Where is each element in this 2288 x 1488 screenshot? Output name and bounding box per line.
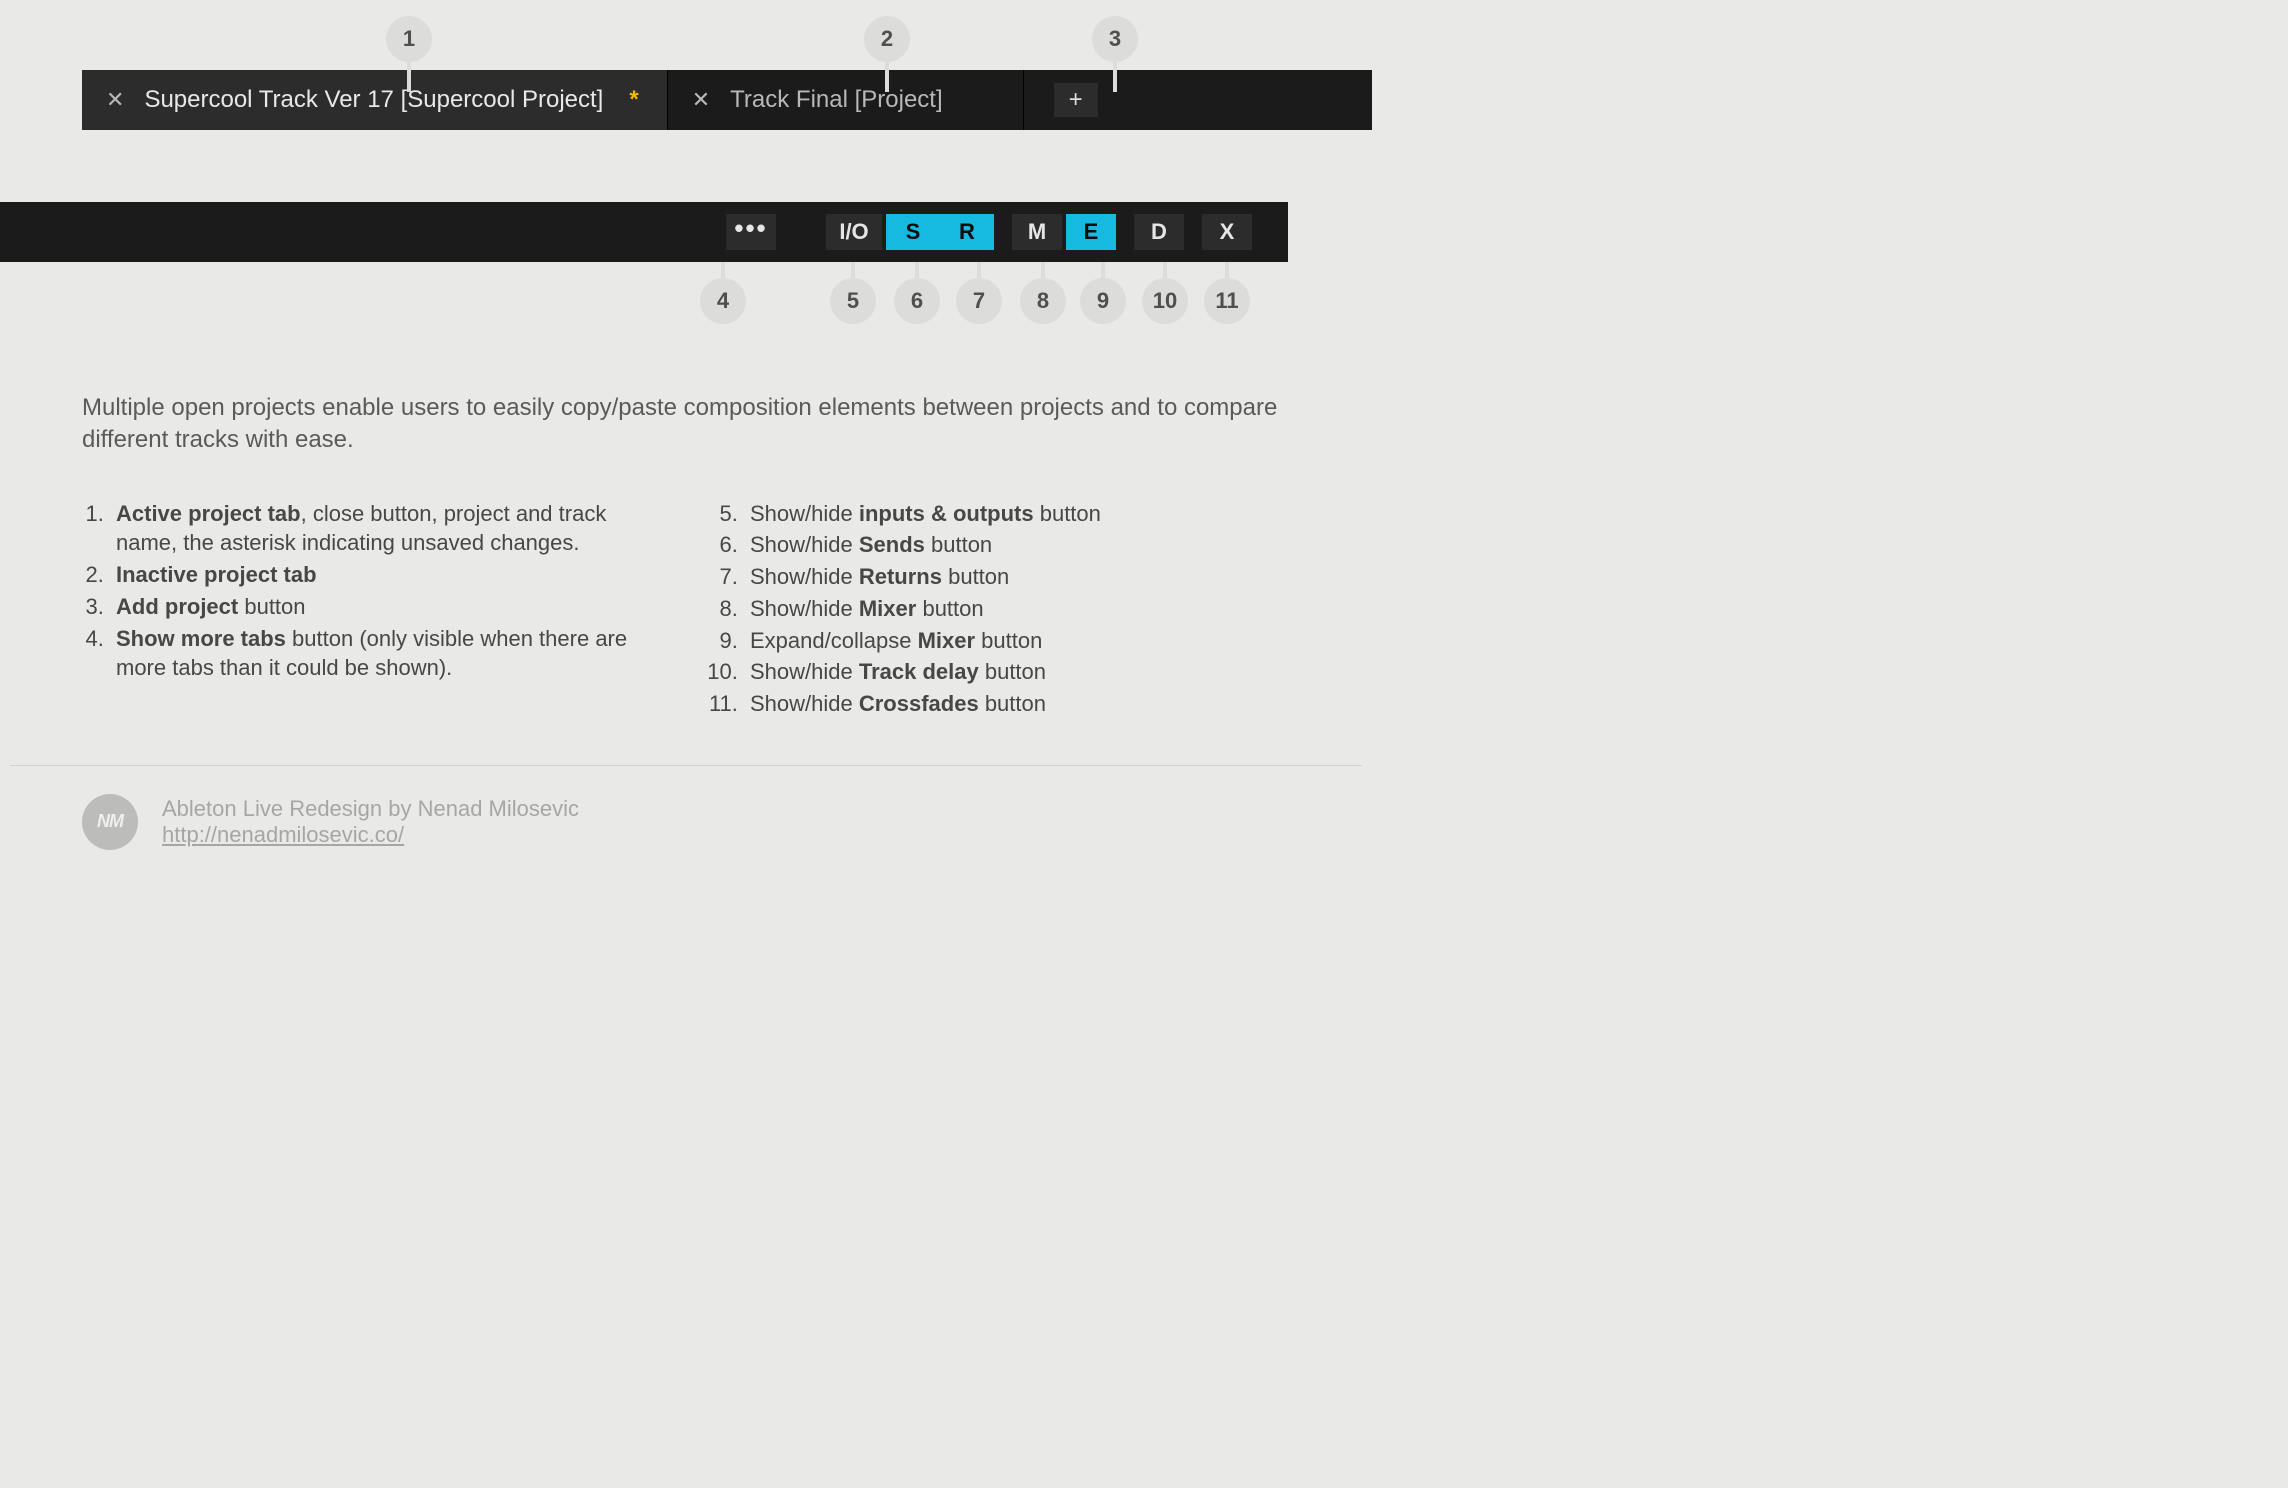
legend-rest: button (979, 659, 1046, 684)
legend-item: Show/hide Mixer button (744, 594, 1290, 624)
callout-stem (407, 62, 411, 92)
button-label: E (1084, 219, 1099, 245)
project-tab-bar: ✕ Supercool Track Ver 17 [Supercool Proj… (82, 70, 1372, 130)
legend-pre: Show/hide (750, 659, 859, 684)
toggle-returns-button[interactable]: R (940, 214, 994, 250)
credit-link[interactable]: http://nenadmilosevic.co/ (162, 822, 404, 847)
callout-number: 1 (403, 26, 415, 52)
toggle-crossfades-button[interactable]: X (1202, 214, 1252, 250)
toggle-sends-button[interactable]: S (886, 214, 940, 250)
callout-number: 2 (881, 26, 893, 52)
callout-pin-7: 7 (956, 278, 1002, 324)
add-project-button[interactable]: + (1054, 83, 1098, 117)
top-callout-row: 1 2 3 (0, 0, 1372, 70)
callout-number: 3 (1109, 26, 1121, 52)
legend-pre: Show/hide (750, 501, 859, 526)
callout-stem (1113, 62, 1117, 92)
close-icon[interactable]: ✕ (692, 89, 710, 111)
callout-number: 5 (847, 288, 859, 314)
show-more-tabs-button[interactable]: ••• (726, 214, 776, 250)
callout-pin-4: 4 (700, 278, 746, 324)
tab-active[interactable]: ✕ Supercool Track Ver 17 [Supercool Proj… (82, 70, 668, 130)
button-label: D (1151, 219, 1167, 245)
legend-item: Show/hide Track delay button (744, 657, 1290, 687)
legend-rest: button (975, 628, 1042, 653)
callout-number: 6 (911, 288, 923, 314)
tab-title: Supercool Track Ver 17 [Supercool Projec… (144, 86, 603, 114)
callout-number: 7 (973, 288, 985, 314)
callout-pin-8: 8 (1020, 278, 1066, 324)
legend-bold: Show more tabs (116, 626, 286, 651)
legend-rest: button (1034, 501, 1101, 526)
legend-bold: Add project (116, 594, 238, 619)
callout-number: 9 (1097, 288, 1109, 314)
tab-inactive[interactable]: ✕ Track Final [Project] (668, 70, 1024, 130)
legend-item: Show/hide Returns button (744, 562, 1290, 592)
legend-pre: Show/hide (750, 596, 859, 621)
legend-bold: Sends (859, 532, 925, 557)
legend-bold: Mixer (918, 628, 975, 653)
legend-item: Show/hide Crossfades button (744, 689, 1290, 719)
footer: NM Ableton Live Redesign by Nenad Milose… (82, 794, 1290, 850)
button-label: S (906, 219, 921, 245)
callout-stem (885, 62, 889, 92)
legend-pre: Expand/collapse (750, 628, 918, 653)
legend-bold: Track delay (859, 659, 979, 684)
legend-bold: Inactive project tab (116, 562, 317, 587)
callout-number: 4 (717, 288, 729, 314)
legend-rest: button (238, 594, 305, 619)
callout-pin-11: 11 (1204, 278, 1250, 324)
legend-item: Show/hide inputs & outputs button (744, 499, 1290, 529)
callout-pin-3: 3 (1092, 16, 1138, 62)
legend-item: Expand/collapse Mixer button (744, 626, 1290, 656)
legend-pre: Show/hide (750, 691, 859, 716)
legend-bold: inputs & outputs (859, 501, 1034, 526)
callout-pin-5: 5 (830, 278, 876, 324)
legend-rest: button (925, 532, 992, 557)
callout-pin-10: 10 (1142, 278, 1188, 324)
callout-pin-2: 2 (864, 16, 910, 62)
legend-pre: Show/hide (750, 532, 859, 557)
legend-item: Add project button (110, 592, 656, 622)
button-label: X (1220, 219, 1235, 245)
callout-number: 11 (1215, 288, 1238, 314)
avatar: NM (82, 794, 138, 850)
legend-bold: Returns (859, 564, 942, 589)
button-label: R (959, 219, 975, 245)
callout-pin-9: 9 (1080, 278, 1126, 324)
toggle-track-delay-button[interactable]: D (1134, 214, 1184, 250)
toggle-mixer-button[interactable]: M (1012, 214, 1062, 250)
legend-bold: Active project tab (116, 501, 301, 526)
legend-item: Inactive project tab (110, 560, 656, 590)
callout-pin-1: 1 (386, 16, 432, 62)
callout-number: 8 (1037, 288, 1049, 314)
callout-number: 10 (1153, 288, 1177, 314)
mixer-options-bar: ••• I/O S R M E D X (0, 202, 1288, 262)
legend-pre: Show/hide (750, 564, 859, 589)
separator (10, 765, 1362, 766)
credit-line: Ableton Live Redesign by Nenad Milosevic (162, 796, 579, 822)
toggle-io-button[interactable]: I/O (826, 214, 882, 250)
legend-item: Show/hide Sends button (744, 530, 1290, 560)
legend-rest: button (942, 564, 1009, 589)
tab-title: Track Final [Project] (730, 86, 943, 114)
unsaved-indicator: * (629, 86, 638, 114)
legend-bold: Crossfades (859, 691, 979, 716)
legend-item: Show more tabs button (only visible when… (110, 624, 656, 683)
legend-rest: button (916, 596, 983, 621)
expand-mixer-button[interactable]: E (1066, 214, 1116, 250)
bottom-callout-row: 4 5 6 7 8 9 10 11 (0, 262, 1372, 340)
button-label: I/O (839, 219, 868, 245)
legend-item: Active project tab, close button, projec… (110, 499, 656, 558)
button-label: M (1028, 219, 1046, 245)
avatar-monogram: NM (97, 811, 123, 832)
legend: Active project tab, close button, projec… (82, 499, 1290, 721)
close-icon[interactable]: ✕ (106, 89, 124, 111)
plus-icon: + (1069, 86, 1083, 114)
legend-bold: Mixer (859, 596, 916, 621)
callout-pin-6: 6 (894, 278, 940, 324)
legend-rest: button (979, 691, 1046, 716)
more-icon: ••• (734, 228, 767, 236)
intro-paragraph: Multiple open projects enable users to e… (82, 392, 1290, 457)
